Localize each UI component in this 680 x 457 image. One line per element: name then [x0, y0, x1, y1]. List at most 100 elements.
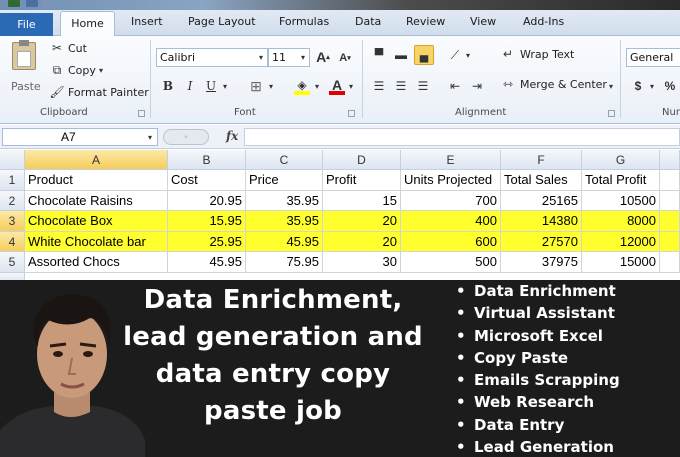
table-cell[interactable]: 15000 [582, 252, 660, 273]
formula-input[interactable] [244, 128, 680, 146]
format-painter-button[interactable]: Format Painter [68, 86, 149, 99]
table-cell[interactable]: 600 [401, 231, 501, 252]
table-cell[interactable]: 25165 [501, 190, 582, 211]
table-cell[interactable]: 30 [323, 252, 401, 273]
orientation-icon[interactable]: ⟋ [446, 46, 464, 64]
currency-button[interactable]: $ [630, 77, 646, 95]
copy-button[interactable]: Copy [68, 64, 96, 77]
tab-file[interactable]: File [0, 13, 53, 36]
table-cell[interactable]: 15.95 [168, 211, 246, 232]
italic-button[interactable]: I [181, 77, 199, 95]
column-header-d[interactable]: D [323, 150, 401, 170]
save-icon[interactable] [26, 0, 38, 7]
align-right-icon[interactable]: ☰ [414, 77, 432, 95]
wrap-text-button[interactable]: Wrap Text [520, 48, 574, 61]
tab-view[interactable]: View [470, 15, 496, 28]
table-cell[interactable]: 20 [323, 211, 401, 232]
font-name-dropdown-icon[interactable]: ▾ [256, 49, 266, 66]
align-top-icon[interactable]: ▀ [370, 46, 388, 64]
borders-icon[interactable]: ⊞ [247, 77, 265, 95]
align-bottom-icon[interactable]: ▄ [414, 45, 434, 65]
percent-button[interactable]: % [662, 77, 678, 95]
shrink-font-icon[interactable]: A ▾ [337, 50, 353, 66]
table-header-cell[interactable]: Units Projected [401, 170, 501, 191]
formula-bar-resize-handle[interactable]: ◦ [163, 129, 209, 145]
table-cell[interactable]: 35.95 [246, 190, 323, 211]
scissors-icon[interactable]: ✂ [50, 41, 64, 55]
table-cell[interactable] [660, 252, 680, 273]
table-cell[interactable]: 75.95 [246, 252, 323, 273]
increase-indent-icon[interactable]: ⇥ [468, 77, 486, 95]
table-header-cell[interactable]: Profit [323, 170, 401, 191]
table-cell[interactable]: 500 [401, 252, 501, 273]
column-header-b[interactable]: B [168, 150, 246, 170]
number-format-box[interactable]: General [626, 48, 680, 67]
tab-home[interactable]: Home [60, 11, 115, 37]
table-header-cell[interactable]: Total Profit [582, 170, 660, 191]
table-cell[interactable]: 700 [401, 190, 501, 211]
tab-addins[interactable]: Add-Ins [523, 15, 564, 28]
column-header-e[interactable]: E [401, 150, 501, 170]
cut-button[interactable]: Cut [68, 42, 87, 55]
fill-color-icon[interactable]: ◈ [292, 75, 312, 95]
merge-center-dropdown-icon[interactable]: ▾ [606, 77, 616, 95]
font-size-dropdown-icon[interactable]: ▾ [298, 49, 308, 66]
name-box-dropdown-icon[interactable]: ▾ [144, 130, 156, 144]
row-header[interactable]: 1 [0, 170, 25, 191]
select-all-corner[interactable] [0, 150, 25, 170]
column-header-next[interactable] [660, 150, 680, 170]
font-color-icon[interactable]: A [327, 75, 347, 95]
align-left-icon[interactable]: ☰ [370, 77, 388, 95]
column-header-c[interactable]: C [246, 150, 323, 170]
copy-icon[interactable]: ⧉ [50, 63, 64, 77]
column-header-a[interactable]: A [25, 150, 168, 170]
underline-button[interactable]: U [202, 77, 220, 95]
alignment-dialog-launcher[interactable] [608, 110, 615, 117]
table-cell[interactable]: 8000 [582, 211, 660, 232]
undo-icon[interactable] [42, 0, 54, 7]
row-header[interactable]: 3 [0, 211, 25, 232]
table-cell[interactable]: 45.95 [246, 231, 323, 252]
borders-dropdown-icon[interactable]: ▾ [266, 77, 276, 95]
align-middle-icon[interactable]: ▬ [392, 46, 410, 64]
fill-color-dropdown-icon[interactable]: ▾ [312, 77, 322, 95]
table-cell[interactable]: 15 [323, 190, 401, 211]
table-cell[interactable]: 12000 [582, 231, 660, 252]
underline-dropdown-icon[interactable]: ▾ [220, 77, 230, 95]
paste-button[interactable]: Paste [6, 40, 42, 98]
table-cell[interactable]: 35.95 [246, 211, 323, 232]
tab-insert[interactable]: Insert [131, 15, 163, 28]
table-cell[interactable]: Chocolate Box [25, 211, 168, 232]
font-name-box[interactable]: Calibri [156, 48, 268, 67]
table-cell[interactable] [660, 211, 680, 232]
align-center-icon[interactable]: ☰ [392, 77, 410, 95]
tab-data[interactable]: Data [355, 15, 381, 28]
font-dialog-launcher[interactable] [348, 110, 355, 117]
table-cell[interactable]: White Chocolate bar [25, 231, 168, 252]
grow-font-icon[interactable]: A ▴ [315, 48, 331, 66]
table-header-cell[interactable]: Product [25, 170, 168, 191]
table-header-cell[interactable]: Total Sales [501, 170, 582, 191]
table-cell[interactable]: 45.95 [168, 252, 246, 273]
currency-dropdown-icon[interactable]: ▾ [647, 77, 657, 95]
tab-formulas[interactable]: Formulas [279, 15, 329, 28]
table-cell[interactable]: Chocolate Raisins [25, 190, 168, 211]
table-cell[interactable] [660, 231, 680, 252]
table-cell[interactable]: 14380 [501, 211, 582, 232]
table-cell[interactable]: 37975 [501, 252, 582, 273]
tab-review[interactable]: Review [406, 15, 445, 28]
table-cell[interactable]: 10500 [582, 190, 660, 211]
column-header-g[interactable]: G [582, 150, 660, 170]
table-cell[interactable]: 20 [323, 231, 401, 252]
format-painter-icon[interactable]: 🖌 [49, 85, 64, 99]
merge-center-button[interactable]: Merge & Center [520, 78, 607, 91]
row-header[interactable]: 2 [0, 190, 25, 211]
table-cell[interactable]: 400 [401, 211, 501, 232]
table-cell[interactable]: 25.95 [168, 231, 246, 252]
table-cell[interactable]: Assorted Chocs [25, 252, 168, 273]
bold-button[interactable]: B [159, 77, 177, 95]
decrease-indent-icon[interactable]: ⇤ [446, 77, 464, 95]
tab-page-layout[interactable]: Page Layout [188, 15, 256, 28]
insert-function-button[interactable]: fx [226, 129, 238, 143]
wrap-text-icon[interactable]: ↵ [500, 46, 516, 62]
